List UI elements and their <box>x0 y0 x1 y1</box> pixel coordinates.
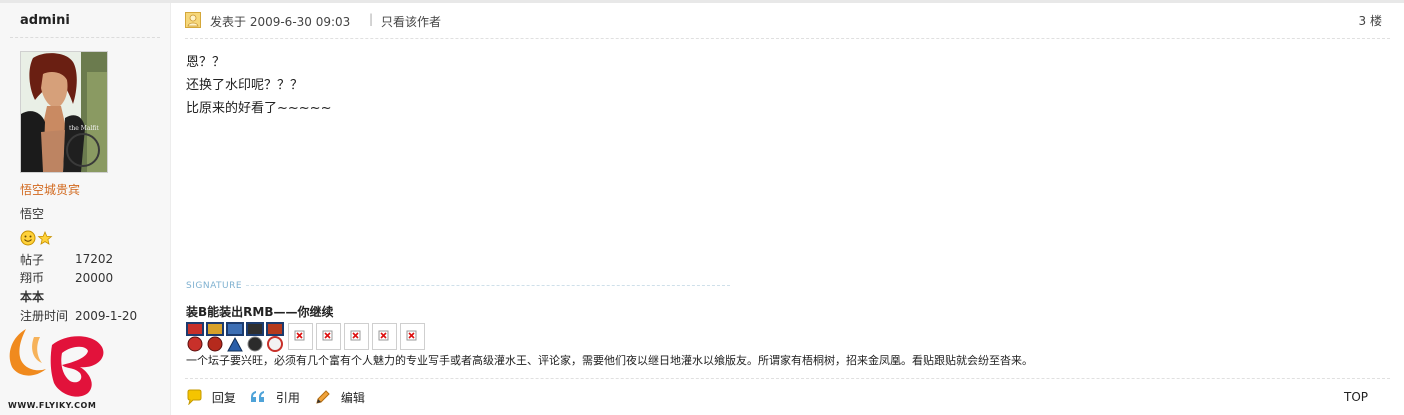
medal-icon <box>266 322 284 352</box>
svg-text:the Malfit: the Malfit <box>69 125 99 132</box>
stat-label-book: 本本 <box>20 290 45 304</box>
broken-image-icon <box>288 323 313 350</box>
post-line: 恩？？ <box>186 55 226 70</box>
signature-label: SIGNATURE <box>186 281 243 291</box>
signature-text: 一个坛子要兴旺，必须有几个富有个人魅力的专业写手或者高级灌水王、评论家，需要他们… <box>186 354 1033 367</box>
floor-number[interactable]: 3 楼 <box>1359 12 1382 29</box>
medal-icon <box>186 322 204 352</box>
back-to-top-link[interactable]: TOP <box>1344 390 1368 404</box>
broken-image-icon <box>316 323 341 350</box>
edit-button[interactable]: 编辑 <box>315 389 365 406</box>
site-logo-text: WWW.FLYIKY.COM <box>8 401 97 410</box>
stat-label-posts: 帖子 <box>20 253 45 267</box>
user-group[interactable]: 悟空城贵宾 <box>20 181 80 198</box>
smile-icon <box>20 230 36 246</box>
separator: | <box>369 12 374 26</box>
header-divider <box>185 38 1390 39</box>
broken-image-icon <box>400 323 425 350</box>
user-medals <box>20 230 54 249</box>
username[interactable]: admini <box>20 13 70 28</box>
star-icon <box>37 230 53 245</box>
avatar-image: the Malfit <box>21 52 107 172</box>
signature-images <box>186 322 426 352</box>
author-only-link[interactable]: 只看该作者 <box>381 13 441 30</box>
post-line: 比原来的好看了~~~~~ <box>186 101 332 116</box>
footer-divider <box>185 378 1390 379</box>
medal-icon <box>226 322 244 352</box>
edit-label: 编辑 <box>340 391 365 405</box>
post-line: 还换了水印呢？？？ <box>186 78 304 93</box>
reply-icon <box>187 389 202 406</box>
post-icon <box>185 12 201 31</box>
stat-label-regdate: 注册时间 <box>20 309 69 323</box>
stat-label-coins: 翔币 <box>20 271 45 285</box>
site-logo <box>4 323 109 404</box>
user-sidebar: admini the Malfit 悟空城贵宾 悟空 帖子 17202 翔币 2… <box>0 3 171 415</box>
broken-image-icon <box>344 323 369 350</box>
signature-divider <box>246 285 730 286</box>
medal-icon <box>206 322 224 352</box>
avatar[interactable]: the Malfit <box>20 51 108 173</box>
quote-icon <box>251 391 264 402</box>
reply-label: 回复 <box>211 391 236 405</box>
stat-value-regdate: 2009-1-20 <box>75 309 138 323</box>
medal-icon <box>246 322 264 352</box>
reply-button[interactable]: 回复 <box>186 389 236 406</box>
signature-title: 装B能装出RMB——你继续 <box>186 305 334 319</box>
broken-image-icon <box>372 323 397 350</box>
top-border <box>0 0 1404 3</box>
custom-title: 悟空 <box>20 207 45 221</box>
divider <box>10 37 160 38</box>
quote-label: 引用 <box>275 391 300 405</box>
quote-button[interactable]: 引用 <box>250 389 300 406</box>
pencil-icon <box>316 390 330 404</box>
stat-value-coins: 20000 <box>75 271 114 285</box>
stat-value-posts: 17202 <box>75 252 114 266</box>
post-date: 发表于 2009-6-30 09:03 <box>210 15 351 29</box>
